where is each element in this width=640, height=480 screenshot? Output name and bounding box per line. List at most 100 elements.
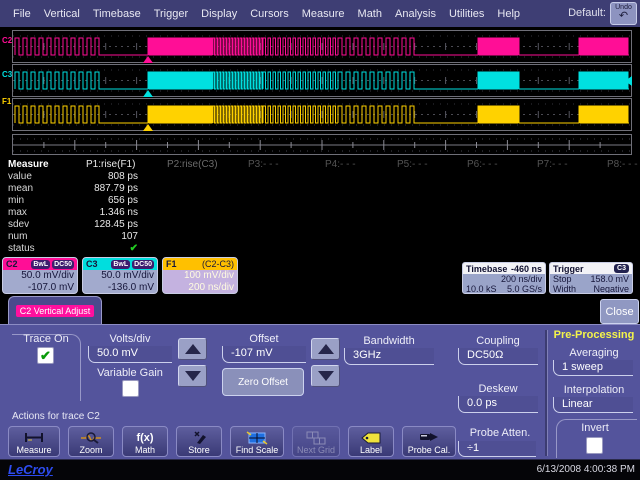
trace-label-f1[interactable]: F1 <box>2 97 12 106</box>
descriptor-f1-timebase: 200 ns/div <box>163 282 237 294</box>
timebase-rate: 5.0 GS/s <box>507 284 542 294</box>
volts-div-label: Volts/div <box>88 333 172 345</box>
menu-trigger[interactable]: Trigger <box>154 8 188 20</box>
zoom-icon <box>80 430 102 445</box>
offset-up-button[interactable] <box>311 338 340 360</box>
invert-checkbox[interactable] <box>586 437 603 454</box>
trace-label-c3[interactable]: C3 <box>2 70 12 79</box>
measure-row-label: status <box>8 243 35 254</box>
measure-col-p7[interactable]: P7:- - - <box>537 159 568 170</box>
measure-col-p2[interactable]: P2:rise(C3) <box>167 159 218 170</box>
label-button[interactable]: Label <box>348 426 394 457</box>
math-button-label: Math <box>135 445 155 455</box>
timebase-delay: -460 ns <box>511 264 542 274</box>
measure-icon <box>23 430 45 445</box>
trigger-level-marker-c3[interactable] <box>625 76 632 86</box>
deskew-field[interactable]: 0.0 ps <box>458 396 538 413</box>
trace-on-checkbox[interactable]: ✔ <box>37 347 54 364</box>
descriptor-c3[interactable]: C3 BwL DC50 50.0 mV/div -136.0 mV <box>82 257 158 294</box>
measure-col-p3[interactable]: P3:- - - <box>248 159 279 170</box>
interpolation-field[interactable]: Linear <box>553 397 633 413</box>
math-icon: f(x) <box>136 430 153 445</box>
dc50-badge: DC50 <box>132 260 154 269</box>
find-scale-button-label: Find Scale <box>236 445 279 455</box>
measure-col-p4[interactable]: P4:- - - <box>325 159 356 170</box>
descriptor-f1[interactable]: F1 (C2-C3) 100 mV/div 200 ns/div <box>162 257 238 294</box>
menu-analysis[interactable]: Analysis <box>395 8 436 20</box>
probe-atten-label: Probe Atten. <box>450 427 550 439</box>
zoom-button-label: Zoom <box>79 445 102 455</box>
menu-math[interactable]: Math <box>358 8 382 20</box>
measure-row-label: num <box>8 231 27 242</box>
menu-help[interactable]: Help <box>497 8 520 20</box>
down-arrow-icon <box>185 371 201 381</box>
measure-row-label: max <box>8 207 27 218</box>
offset-label: Offset <box>222 333 306 345</box>
zoom-button[interactable]: Zoom <box>68 426 114 457</box>
descriptor-f1-scale: 100 mV/div <box>163 270 237 282</box>
offset-field[interactable]: -107 mV <box>222 346 306 363</box>
undo-button[interactable]: Undo ↶ <box>610 2 637 25</box>
down-arrow-icon <box>318 371 334 381</box>
waveform-f1 <box>13 99 631 130</box>
trace-label-c2[interactable]: C2 <box>2 36 12 45</box>
probe-cal-button[interactable]: Probe Cal. <box>402 426 456 457</box>
pre-processing-title: Pre-Processing <box>553 329 635 341</box>
bandwidth-label: Bandwidth <box>344 335 434 347</box>
menu-timebase[interactable]: Timebase <box>93 8 141 20</box>
bwl-badge: BwL <box>31 260 50 269</box>
measure-value: 656 ps <box>56 195 138 206</box>
volts-div-field[interactable]: 50.0 mV <box>88 346 172 363</box>
probe-atten-field[interactable]: ÷1 <box>458 441 536 457</box>
volts-div-down-button[interactable] <box>178 365 207 387</box>
next-grid-button[interactable]: Next Grid <box>292 426 340 457</box>
measure-value: 808 ps <box>56 171 138 182</box>
tab-c2-vertical-adjust[interactable]: C2 Vertical Adjust <box>8 296 102 324</box>
measure-col-p6[interactable]: P6:- - - <box>467 159 498 170</box>
check-icon: ✔ <box>40 349 51 362</box>
trigger-box[interactable]: Trigger C3 Stop 158.0 mV Width Negative <box>549 262 633 294</box>
measure-col-p1[interactable]: P1:rise(F1) <box>86 159 135 170</box>
averaging-field[interactable]: 1 sweep <box>553 360 633 376</box>
timebase-box[interactable]: Timebase -460 ns 200 ns/div 10.0 kS 5.0 … <box>462 262 546 294</box>
timebase-box-header: Timebase -460 ns <box>463 263 545 274</box>
trigger-time-marker-f1[interactable] <box>143 124 153 131</box>
store-button[interactable]: Store <box>176 426 222 457</box>
menu-display[interactable]: Display <box>201 8 237 20</box>
offset-down-button[interactable] <box>311 365 340 387</box>
waveform-c2 <box>13 31 631 62</box>
trigger-title: Trigger <box>553 264 584 274</box>
zero-offset-button[interactable]: Zero Offset <box>222 368 304 396</box>
math-button[interactable]: f(x) Math <box>122 426 168 457</box>
trigger-type-row: Width Negative <box>550 284 632 294</box>
trigger-mode: Stop <box>553 274 572 284</box>
probe-cal-button-label: Probe Cal. <box>408 445 451 455</box>
trigger-box-header: Trigger C3 <box>550 263 632 274</box>
close-button[interactable]: Close <box>600 299 639 324</box>
menu-vertical[interactable]: Vertical <box>44 8 80 20</box>
timebase-scale: 200 ns/div <box>501 274 542 284</box>
measure-value: 107 <box>56 231 138 242</box>
menu-file[interactable]: File <box>13 8 31 20</box>
tab-label: C2 Vertical Adjust <box>16 305 95 317</box>
bandwidth-field[interactable]: 3GHz <box>344 348 434 365</box>
measure-col-p5[interactable]: P5:- - - <box>397 159 428 170</box>
menu-measure[interactable]: Measure <box>302 8 345 20</box>
next-grid-button-label: Next Grid <box>297 445 335 455</box>
volts-div-up-button[interactable] <box>178 338 207 360</box>
timebase-title: Timebase <box>466 264 507 274</box>
trigger-time-marker-c3[interactable] <box>143 90 153 97</box>
menu-utilities[interactable]: Utilities <box>449 8 484 20</box>
descriptor-c2[interactable]: C2 BwL DC50 50.0 mV/div -107.0 mV <box>2 257 78 294</box>
deskew-label: Deskew <box>458 383 538 395</box>
find-scale-button[interactable]: Find Scale <box>230 426 284 457</box>
menu-cursors[interactable]: Cursors <box>250 8 289 20</box>
variable-gain-checkbox[interactable] <box>122 380 139 397</box>
descriptor-c2-header: C2 BwL DC50 <box>3 258 77 270</box>
measure-button[interactable]: Measure <box>8 426 60 457</box>
label-button-label: Label <box>360 445 382 455</box>
measure-table-title: Measure <box>8 159 49 170</box>
measure-col-p8[interactable]: P8:- - - <box>607 159 638 170</box>
coupling-field[interactable]: DC50Ω <box>458 348 538 365</box>
trigger-time-marker-c2[interactable] <box>143 56 153 63</box>
